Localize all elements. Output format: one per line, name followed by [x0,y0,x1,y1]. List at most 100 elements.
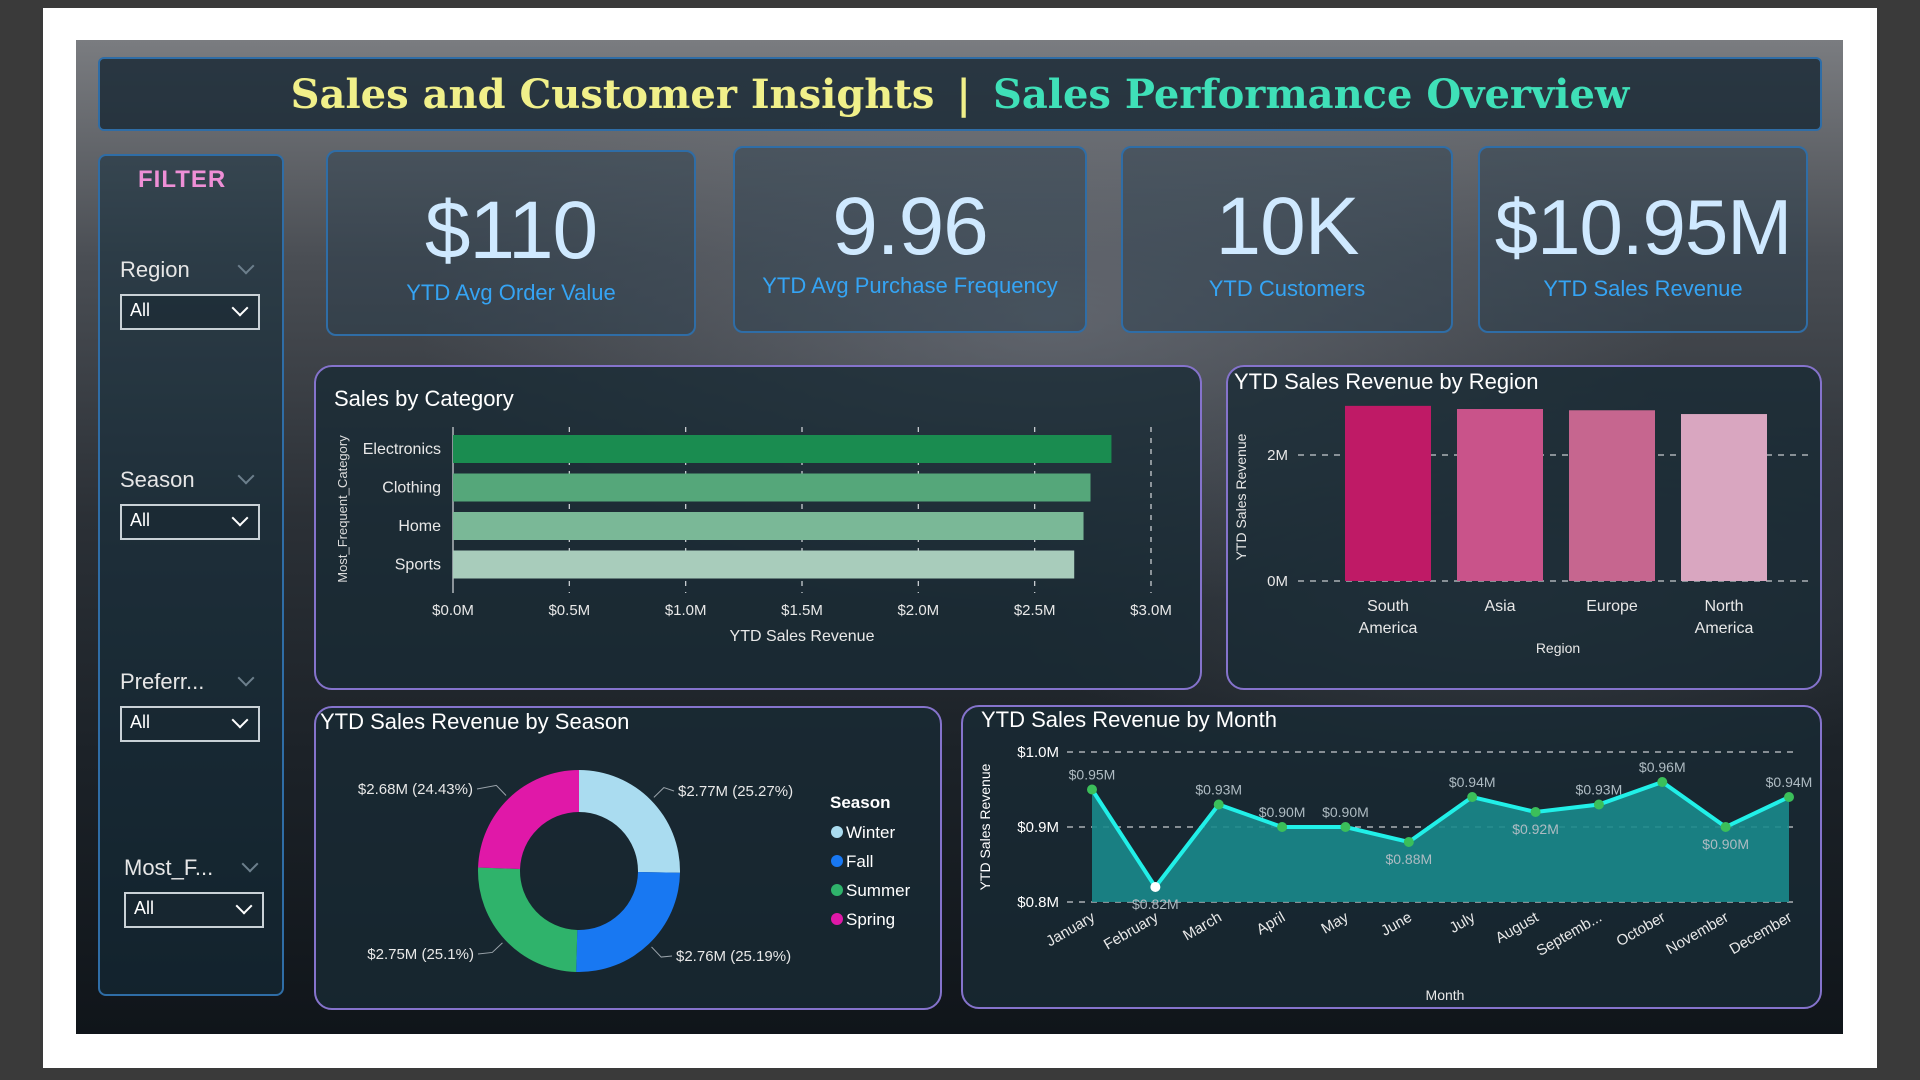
kpi-value: 9.96 [832,181,989,272]
kpi-label: YTD Sales Revenue [1543,276,1743,301]
chevron-down-icon [235,897,253,915]
region-dropdown[interactable]: All [120,294,260,330]
region-dropdown-value: All [130,300,151,320]
category-bar [453,473,1091,502]
region-label: Europe [1586,598,1638,615]
category-chart-panel[interactable]: Sales by Category $0.0M $0.5M $1.0M $1.5M $2… [314,365,1202,690]
report-title-bar: Sales and Customer Insights | Sales Perf… [98,57,1822,131]
data-label: $0.93M [1576,782,1623,798]
category-label: Clothing [382,480,441,497]
kpi-value: $10.95M [1494,183,1793,271]
data-point [1150,882,1161,892]
legend-item: Spring [846,910,895,929]
x-tick-label: $2.0M [897,602,939,619]
kpi-card-customers[interactable]: 10K YTD Customers [1121,146,1453,333]
kpi-value: $110 [424,185,598,276]
category-label: Sports [395,557,441,574]
filter-title: FILTER [138,166,227,193]
x-tick-label: February [1101,908,1162,953]
region-label: America [1695,620,1754,637]
kpi-card-avg-order-value[interactable]: $110 YTD Avg Order Value [326,150,696,336]
slice-leader-line [651,946,673,958]
legend-item: Summer [846,881,911,900]
season-dropdown[interactable]: All [120,504,260,540]
kpi-card-sales-revenue[interactable]: $10.95M YTD Sales Revenue [1478,146,1808,333]
category-bar-chart: $0.0M $0.5M $1.0M $1.5M $2.0M $2.5M $3.0M Elect… [335,427,1172,645]
x-tick-label: $1.5M [781,602,823,619]
data-label: $0.94M [1449,774,1496,790]
data-point [1403,837,1414,847]
x-tick-label: $3.0M [1130,602,1172,619]
donut-slice-spring [478,770,579,869]
region-bar [1569,410,1655,581]
data-label: $0.90M [1259,804,1306,820]
legend-marker [831,855,843,867]
category-bar [453,550,1075,579]
month-area-chart: $0.8M $0.9M $1.0M $0.95M January $0.82MFebrua… [977,744,1813,1003]
legend-marker [831,913,843,925]
slice-leader-line [653,787,675,798]
filter-pane: FILTER Region All Season All Preferr... … [98,154,284,996]
region-slicer: Region All [120,254,262,330]
y-axis-title: YTD Sales Revenue [977,763,993,890]
most-frequent-slicer: Most_F... All [124,852,266,928]
x-tick-label: $0.5M [548,602,590,619]
kpi-label: YTD Avg Order Value [406,280,616,305]
donut-slice-summer [477,867,578,972]
preferred-slicer: Preferr... All [120,666,262,742]
season-chart-panel[interactable]: YTD Sales Revenue by Season $2.77M (25.2… [314,706,942,1010]
legend-marker [831,884,843,896]
kpi-card-avg-purchase-frequency[interactable]: 9.96 YTD Avg Purchase Frequency [733,146,1087,333]
category-bar [453,512,1084,540]
donut-slice-winter [579,770,680,873]
x-tick-label: April [1254,909,1288,939]
region-bar-chart: 0M 2M South America Asia Europe North America Re… [1233,405,1813,656]
slice-leader-line [476,784,507,796]
data-point [1530,807,1541,817]
kpi-label: YTD Customers [1208,276,1366,301]
data-point [1593,799,1604,810]
x-tick-label: October [1614,909,1669,950]
region-chart-panel[interactable]: YTD Sales Revenue by Region 0M 2M South Ame… [1226,365,1822,690]
data-point [1467,792,1478,802]
data-point [1784,792,1794,802]
y-tick-label: $0.9M [1017,819,1059,836]
y-tick-label: $1.0M [1017,744,1059,761]
data-point [1340,822,1351,832]
data-label: $0.90M [1702,836,1749,852]
x-tick-label: May [1318,908,1351,937]
season-donut-chart: $2.77M (25.27%) $2.76M (25.19%) $2.75M (25… [358,770,911,972]
chevron-down-icon [231,509,249,527]
data-label: $0.90M [1322,804,1369,820]
season-slicer: Season All [120,464,262,540]
preferred-dropdown[interactable]: All [120,706,260,742]
data-label: $0.95M [1069,767,1116,783]
data-label: $0.82M [1132,896,1179,912]
x-tick-label: June [1378,909,1415,940]
chevron-down-icon [231,711,249,729]
data-label: $0.88M [1385,851,1432,867]
most-frequent-dropdown[interactable]: All [124,892,264,928]
preferred-dropdown-value: All [130,712,151,732]
month-chart-panel[interactable]: YTD Sales Revenue by Month $0.8M $0.9M $1.… [961,705,1822,1009]
slice-label: $2.77M (25.27%) [678,783,793,800]
category-label: Electronics [363,441,441,458]
x-tick-label: November [1663,909,1731,958]
data-point [1720,822,1731,832]
region-bar [1681,414,1767,581]
y-tick-label: 0M [1267,573,1288,590]
x-tick-label: March [1180,909,1225,945]
season-dropdown-value: All [130,510,151,530]
x-tick-label: December [1727,909,1795,958]
legend-title: Season [830,793,890,812]
x-axis-title: Month [1426,987,1465,1003]
kpi-value: 10K [1215,181,1360,272]
y-axis-title: YTD Sales Revenue [1233,433,1249,560]
report-title: Sales and Customer Insights [290,70,935,118]
x-tick-label: August [1493,908,1543,946]
legend-item: Winter [846,823,895,842]
most-frequent-dropdown-value: All [134,898,155,918]
data-label: $0.94M [1766,774,1813,790]
slice-label: $2.68M (24.43%) [358,781,473,798]
y-axis-title: Most_Frequent_Category [335,435,350,583]
